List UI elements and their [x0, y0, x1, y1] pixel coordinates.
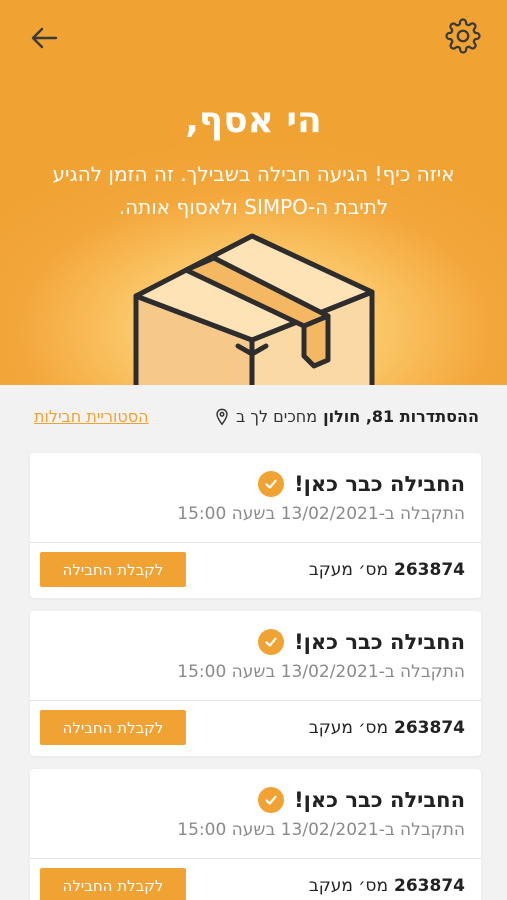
back-button[interactable]	[26, 20, 62, 56]
package-card: החבילה כבר כאן! התקבלה ב-13/02/2021 בשעה…	[30, 453, 481, 598]
pickup-location: מחכים לך ב ההסתדרות 81, חולון	[214, 407, 479, 426]
tracking-info: מס׳ מעקב 263874	[309, 718, 465, 738]
package-card-header: החבילה כבר כאן! התקבלה ב-13/02/2021 בשעה…	[30, 453, 481, 543]
check-circle-icon	[258, 629, 285, 655]
check-circle-icon	[258, 471, 285, 497]
top-bar	[0, 0, 507, 74]
package-received-date: התקבלה ב-13/02/2021 בשעה 15:00	[177, 820, 465, 840]
package-card-footer: מס׳ מעקב 263874 לקבלת החבילה	[30, 543, 481, 598]
hero-banner: הי אסף, איזה כיף! הגיעה חבילה בשבילך. זה…	[0, 0, 507, 385]
package-card-footer: מס׳ מעקב 263874 לקבלת החבילה	[30, 859, 481, 900]
package-card-header: החבילה כבר כאן! התקבלה ב-13/02/2021 בשעה…	[30, 611, 481, 701]
tracking-number: 263874	[394, 560, 465, 580]
collect-package-button[interactable]: לקבלת החבילה	[40, 868, 186, 900]
pickup-location-row: מחכים לך ב ההסתדרות 81, חולון הסטוריית חב…	[0, 385, 507, 453]
tracking-label: מס׳ מעקב	[308, 876, 389, 896]
package-card-footer: מס׳ מעקב 263874 לקבלת החבילה	[30, 701, 481, 756]
package-status-title: החבילה כבר כאן!	[294, 788, 465, 812]
package-card: החבילה כבר כאן! התקבלה ב-13/02/2021 בשעה…	[30, 769, 481, 900]
greeting-title: הי אסף,	[185, 100, 322, 141]
tracking-label: מס׳ מעקב	[308, 560, 389, 580]
package-history-link[interactable]: הסטוריית חבילות	[34, 407, 149, 426]
collect-package-button[interactable]: לקבלת החבילה	[40, 710, 186, 745]
package-status-title: החבילה כבר כאן!	[294, 472, 465, 496]
package-received-date: התקבלה ב-13/02/2021 בשעה 15:00	[177, 662, 465, 682]
package-card-header: החבילה כבר כאן! התקבלה ב-13/02/2021 בשעה…	[30, 769, 481, 859]
package-box-icon	[133, 233, 375, 385]
tracking-info: מס׳ מעקב 263874	[309, 560, 465, 580]
package-status: החבילה כבר כאן!	[258, 629, 465, 655]
map-pin-icon	[216, 408, 228, 425]
package-status: החבילה כבר כאן!	[258, 787, 465, 813]
tracking-label: מס׳ מעקב	[308, 718, 389, 738]
package-status-title: החבילה כבר כאן!	[294, 630, 465, 654]
location-prefix: מחכים לך ב	[236, 407, 318, 426]
greeting-message: איזה כיף! הגיעה חבילה בשבילך. זה הזמן לה…	[52, 162, 455, 219]
collect-package-button[interactable]: לקבלת החבילה	[40, 552, 186, 587]
check-circle-icon	[258, 787, 285, 813]
package-status: החבילה כבר כאן!	[258, 471, 465, 497]
tracking-number: 263874	[394, 876, 465, 896]
arrow-left-icon	[31, 27, 58, 49]
tracking-number: 263874	[394, 718, 465, 738]
package-card: החבילה כבר כאן! התקבלה ב-13/02/2021 בשעה…	[30, 611, 481, 756]
location-address: ההסתדרות 81, חולון	[323, 407, 479, 426]
package-received-date: התקבלה ב-13/02/2021 בשעה 15:00	[177, 504, 465, 524]
settings-button[interactable]	[445, 18, 481, 54]
tracking-info: מס׳ מעקב 263874	[309, 876, 465, 896]
gear-icon	[445, 18, 481, 54]
